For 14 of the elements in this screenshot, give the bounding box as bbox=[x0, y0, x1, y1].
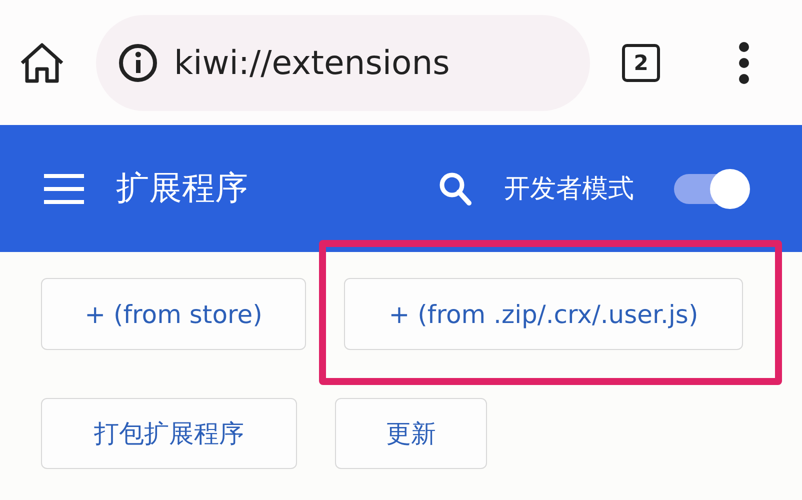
home-icon[interactable] bbox=[18, 40, 66, 84]
action-button[interactable]: + (from .zip/.crx/.user.js) bbox=[344, 278, 743, 350]
developer-mode-label: 开发者模式 bbox=[504, 173, 634, 206]
action-button[interactable]: 更新 bbox=[335, 398, 487, 469]
action-button[interactable]: 打包扩展程序 bbox=[41, 398, 297, 469]
tab-count-button[interactable]: 2 bbox=[622, 44, 660, 82]
url-text: kiwi://extensions bbox=[174, 43, 450, 82]
menu-icon[interactable] bbox=[738, 40, 750, 84]
address-bar[interactable]: kiwi://extensions bbox=[96, 14, 590, 110]
developer-mode-toggle[interactable] bbox=[674, 168, 750, 208]
action-button[interactable]: + (from store) bbox=[41, 278, 306, 350]
search-icon[interactable] bbox=[438, 170, 472, 206]
page-title: 扩展程序 bbox=[116, 167, 248, 209]
info-icon[interactable] bbox=[118, 42, 158, 82]
